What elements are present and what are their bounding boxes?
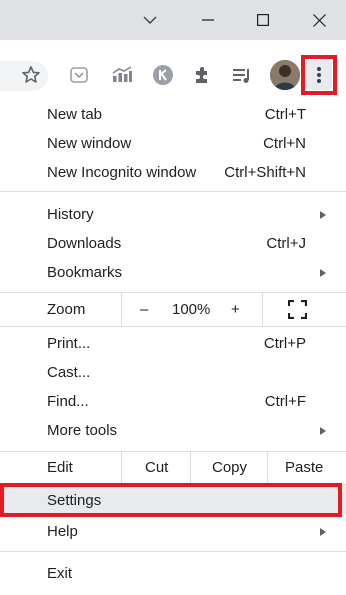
zoom-out-button[interactable]: – [140, 301, 148, 318]
chevron-down-icon [143, 16, 157, 24]
menu-item-shortcut: Ctrl+P [263, 335, 306, 352]
avatar [270, 60, 300, 90]
menu-item-shortcut: Ctrl+T [264, 106, 306, 123]
menu-item-label: Bookmarks [47, 264, 123, 281]
menu-separator [0, 191, 346, 192]
menu-item-help[interactable]: Help [0, 517, 346, 546]
extension-pocket-icon [70, 67, 88, 83]
edit-divider [190, 451, 191, 484]
close-window-button[interactable] [291, 0, 346, 40]
extension-k-button[interactable] [150, 62, 176, 88]
menu-item-label: New window [47, 135, 132, 152]
menu-item-shortcut: Ctrl+Shift+N [224, 164, 306, 181]
copy-button[interactable]: Copy [212, 459, 247, 476]
cut-button[interactable]: Cut [145, 459, 168, 476]
menu-item-label: Find... [47, 393, 89, 410]
extension-pocket-button[interactable] [66, 62, 92, 88]
menu-item-new-tab[interactable]: New tab Ctrl+T [0, 100, 346, 129]
submenu-arrow-icon [320, 211, 326, 219]
menu-item-label: Help [47, 523, 78, 540]
menu-item-exit[interactable]: Exit [0, 559, 346, 588]
extension-chart-icon [112, 66, 132, 82]
title-bar [0, 0, 346, 40]
menu-item-history[interactable]: History [0, 200, 346, 229]
menu-item-find[interactable]: Find... Ctrl+F [0, 387, 346, 416]
menu-item-downloads[interactable]: Downloads Ctrl+J [0, 229, 346, 258]
menu-button-highlight [301, 55, 337, 95]
zoom-row: Zoom – 100% + [0, 293, 346, 326]
menu-item-shortcut: Ctrl+N [263, 135, 306, 152]
menu-item-label: Exit [47, 565, 73, 582]
tab-search-button[interactable] [122, 0, 178, 40]
zoom-level: 100% [172, 301, 211, 318]
menu-item-bookmarks[interactable]: Bookmarks [0, 258, 346, 287]
close-icon [312, 13, 326, 27]
menu-item-label: Cast... [47, 364, 91, 381]
menu-separator [0, 551, 346, 552]
minimize-icon [202, 19, 214, 21]
paste-button[interactable]: Paste [285, 459, 323, 476]
menu-item-label: New Incognito window [47, 164, 197, 181]
menu-item-label: New tab [47, 106, 103, 123]
profile-avatar-button[interactable] [270, 60, 300, 90]
bookmark-star-button[interactable] [18, 62, 44, 88]
extension-chart-button[interactable] [109, 62, 135, 88]
zoom-divider [262, 293, 263, 326]
star-icon [22, 66, 40, 83]
minimize-button[interactable] [180, 0, 236, 40]
edit-label: Edit [47, 459, 73, 476]
menu-item-label: Print... [47, 335, 91, 352]
edit-row: Edit Cut Copy Paste [0, 451, 346, 484]
menu-item-cast[interactable]: Cast... [0, 358, 346, 387]
submenu-arrow-icon [320, 528, 326, 536]
media-controls-button[interactable] [229, 62, 255, 88]
maximize-button[interactable] [235, 0, 291, 40]
zoom-in-button[interactable]: + [231, 301, 240, 318]
zoom-divider [121, 293, 122, 326]
puzzle-icon [196, 67, 207, 83]
menu-item-new-incognito-window[interactable]: New Incognito window Ctrl+Shift+N [0, 158, 346, 187]
settings-highlight [0, 483, 342, 517]
menu-item-shortcut: Ctrl+J [266, 235, 306, 252]
edit-divider [267, 451, 268, 484]
extensions-button[interactable] [189, 62, 215, 88]
fullscreen-icon[interactable] [288, 300, 307, 319]
submenu-arrow-icon [320, 427, 326, 435]
menu-item-shortcut: Ctrl+F [264, 393, 306, 410]
menu-item-new-window[interactable]: New window Ctrl+N [0, 129, 346, 158]
zoom-label: Zoom [47, 301, 86, 318]
chrome-main-menu: New tab Ctrl+T New window Ctrl+N New Inc… [0, 96, 346, 595]
edit-divider [121, 451, 122, 484]
menu-item-more-tools[interactable]: More tools [0, 416, 346, 445]
menu-separator [0, 326, 346, 327]
maximize-icon [257, 14, 269, 26]
media-control-icon [233, 69, 249, 83]
menu-item-label: Downloads [47, 235, 122, 252]
menu-item-label: History [47, 206, 94, 223]
menu-item-print[interactable]: Print... Ctrl+P [0, 329, 346, 358]
menu-item-label: More tools [47, 422, 118, 439]
submenu-arrow-icon [320, 269, 326, 277]
extension-k-icon [153, 65, 173, 85]
